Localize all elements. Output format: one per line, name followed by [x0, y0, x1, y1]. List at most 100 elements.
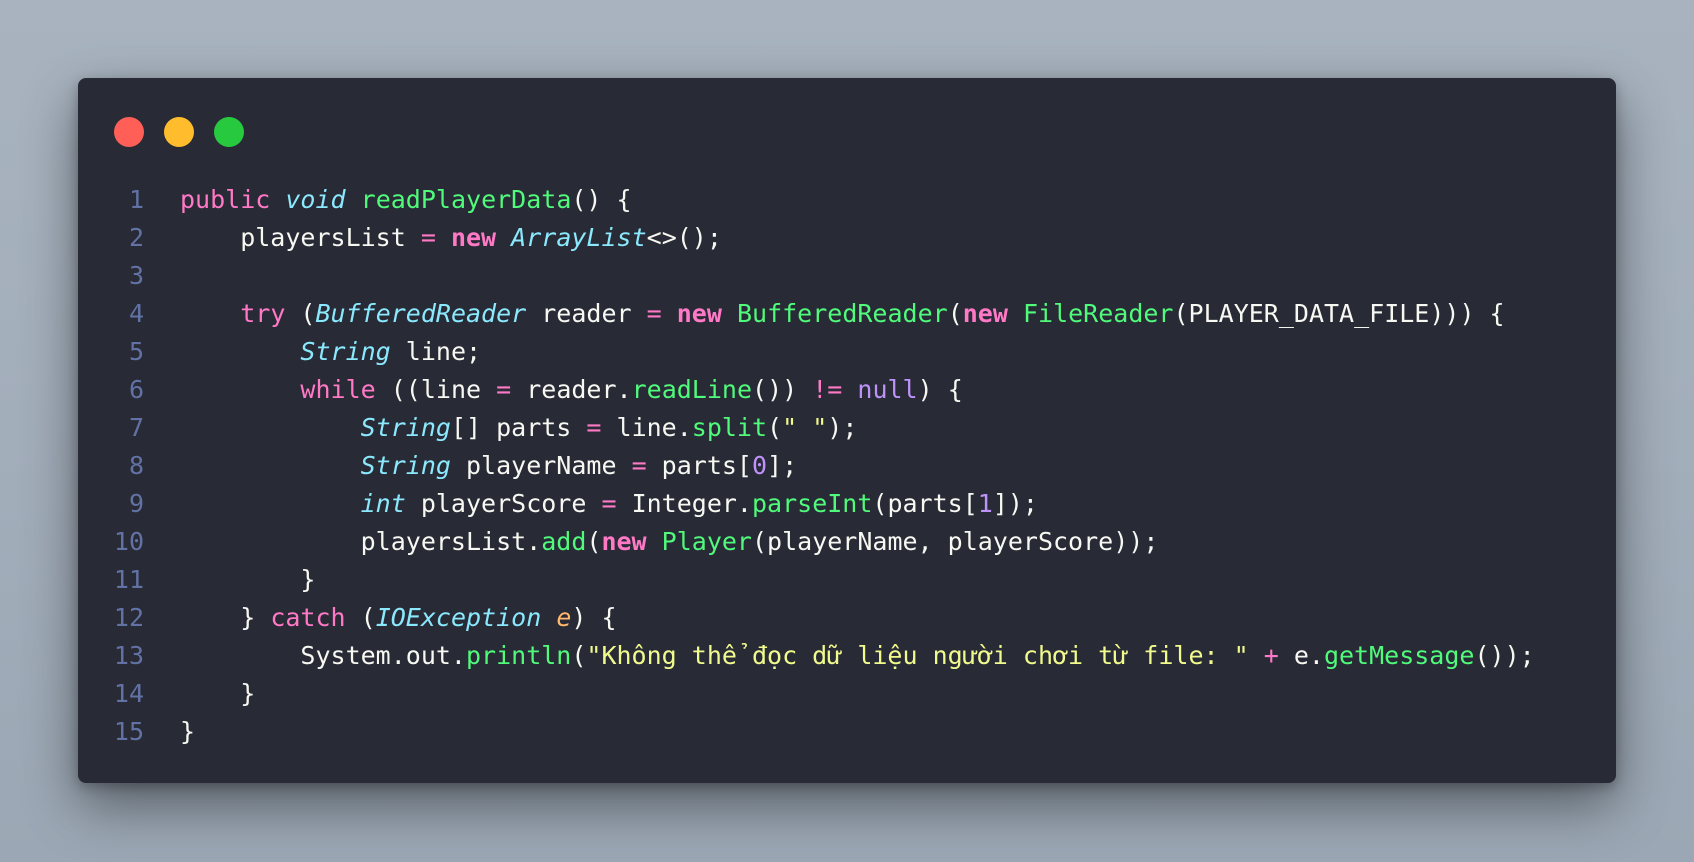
close-button[interactable] [114, 117, 144, 147]
code-token: ) { [917, 375, 963, 404]
minimize-button[interactable] [164, 117, 194, 147]
code-token: = [586, 413, 602, 442]
line-number: 15 [113, 717, 144, 746]
code-token: FileReader [1022, 299, 1174, 328]
line-number: 10 [113, 527, 144, 556]
code-token: System.out. [180, 641, 466, 670]
code-token: ]; [767, 451, 798, 480]
code-line: 4 try (BufferedReader reader = new Buffe… [78, 295, 1616, 333]
code-token: e. [1278, 641, 1324, 670]
code-token: ( [285, 299, 316, 328]
code-line: 12 } catch (IOException e) { [78, 599, 1616, 637]
code-token: "Không thể đọc dữ liệu người chơi từ fil… [586, 641, 1249, 670]
code-token: ( [586, 527, 602, 556]
code-line: 1 public void readPlayerData() { [78, 181, 1616, 219]
code-token: ); [827, 413, 858, 442]
line-number: 3 [128, 261, 144, 290]
code-token: != [812, 375, 843, 404]
line-number: 9 [128, 489, 144, 518]
code-token: = [420, 223, 436, 252]
code-token: playerName [450, 451, 632, 480]
code-line: 5 String line; [78, 333, 1616, 371]
line-number: 5 [128, 337, 144, 366]
line-number: 1 [128, 185, 144, 214]
line-source: String playerName = parts[0]; [180, 447, 798, 485]
code-token: } [180, 717, 196, 746]
code-token: (parts[ [872, 489, 978, 518]
code-token: catch [270, 603, 346, 632]
line-source: } catch (IOException e) { [180, 599, 616, 637]
code-token: playerScore [405, 489, 602, 518]
line-number: 8 [128, 451, 144, 480]
code-token: readPlayerData [360, 185, 572, 214]
code-token: reader [526, 299, 647, 328]
line-number: 13 [113, 641, 144, 670]
line-number: 11 [113, 565, 144, 594]
code-token: BufferedReader [736, 299, 948, 328]
code-token: split [691, 413, 768, 442]
code-token: new [450, 223, 497, 252]
maximize-button[interactable] [214, 117, 244, 147]
code-token: () { [571, 185, 632, 214]
code-line: 2 playersList = new ArrayList<>(); [78, 219, 1616, 257]
code-line: 14 } [78, 675, 1616, 713]
code-token: parts[ [646, 451, 752, 480]
line-source: try (BufferedReader reader = new Buffere… [180, 295, 1505, 333]
line-source: } [180, 561, 315, 599]
code-line: 13 System.out.println("Không thể đọc dữ … [78, 637, 1616, 675]
code-token: line; [390, 337, 482, 366]
line-source: playersList = new ArrayList<>(); [180, 219, 722, 257]
code-line: 15} [78, 713, 1616, 751]
line-source: while ((line = reader.readLine()) != nul… [180, 371, 963, 409]
code-token: new [676, 299, 722, 328]
code-token: (playerName, playerScore)); [751, 527, 1159, 556]
code-line: 8 String playerName = parts[0]; [78, 447, 1616, 485]
code-token: = [496, 375, 512, 404]
line-number: 4 [128, 299, 144, 328]
code-token: ( [345, 603, 376, 632]
code-token: playersList. [180, 527, 542, 556]
code-line: 11 } [78, 561, 1616, 599]
line-source: String[] parts = line.split(" "); [180, 409, 858, 447]
code-token: ]); [992, 489, 1038, 518]
code-token: String [360, 413, 451, 442]
line-source: } [180, 675, 255, 713]
code-token: new [962, 299, 1008, 328]
code-token: } [180, 565, 316, 594]
code-token: = [646, 299, 662, 328]
line-number: 7 [128, 413, 144, 442]
code-token: public [180, 185, 271, 214]
code-token: [] parts [450, 413, 587, 442]
code-line: 9 int playerScore = Integer.parseInt(par… [78, 485, 1616, 523]
code-token: 1 [977, 489, 993, 518]
code-token: reader. [511, 375, 632, 404]
code-token: parseInt [751, 489, 873, 518]
line-number: 12 [113, 603, 144, 632]
code-token: void [285, 185, 346, 214]
code-token: new [601, 527, 647, 556]
code-token: (PLAYER_DATA_FILE))) { [1173, 299, 1505, 328]
line-source: playersList.add(new Player(playerName, p… [180, 523, 1159, 561]
code-token: Player [661, 527, 752, 556]
code-token: " " [782, 413, 828, 442]
code-token: while [300, 375, 376, 404]
code-token: line. [601, 413, 692, 442]
code-token: int [360, 489, 406, 518]
code-token: e [556, 603, 572, 632]
code-window: 1 public void readPlayerData() {2 players… [78, 78, 1616, 783]
code-token: ((line [375, 375, 497, 404]
code-token: null [857, 375, 918, 404]
